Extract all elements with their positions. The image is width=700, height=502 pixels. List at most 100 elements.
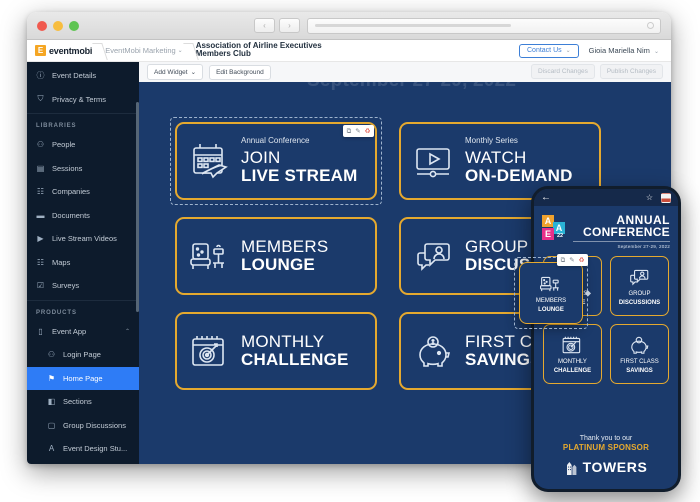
sidebar-item-label: Sections (63, 397, 92, 407)
edit-icon[interactable]: ✎ (568, 256, 576, 265)
video-play-icon (413, 141, 455, 181)
user-name-label: Gioia Mariella Nim (588, 46, 650, 55)
breadcrumb-org-chevron-down-icon[interactable]: ⌄ (178, 47, 183, 54)
phone-tile-line1: FIRST CLASS (620, 358, 659, 365)
sidebar-item-label: People (52, 140, 76, 150)
address-bar[interactable] (307, 17, 661, 34)
breadcrumb-event[interactable]: Association of Airline Executives Member… (196, 42, 346, 60)
widget-toolbar: ⧉ ✎ ♻ (343, 125, 374, 137)
phone-tile-group-discussions[interactable]: GROUP DISCUSSIONS (610, 256, 669, 316)
chevron-down-icon: ⌄ (190, 69, 197, 76)
sidebar-item-live-stream-videos[interactable]: ▶ Live Stream Videos (27, 227, 139, 251)
sidebar: ⓘ Event Details ⛉ Privacy & Terms LIBRAR… (27, 62, 139, 464)
eventmobi-logo-text: eventmobi (49, 45, 93, 56)
phone-tile-line2: CHALLENGE (553, 368, 592, 374)
widget-kicker: Monthly Series (465, 136, 518, 146)
drag-handle[interactable]: ◆ (585, 289, 591, 298)
add-widget-button[interactable]: Add Widget ⌄ (147, 64, 204, 80)
user-menu[interactable]: Gioia Mariella Nim ⌄ (589, 46, 659, 55)
sidebar-item-label: Home Page (63, 373, 103, 383)
publish-changes-button[interactable]: Publish Changes (599, 64, 663, 79)
sponsor-name: TOWERS (582, 459, 648, 475)
sidebar-item-sessions[interactable]: ▤ Sessions (27, 157, 139, 181)
zoom-icon[interactable] (69, 20, 79, 31)
widget-line1: WATCH (465, 147, 527, 167)
discard-changes-button[interactable]: Discard Changes (530, 64, 595, 79)
contact-us-label: Contact Us (527, 47, 562, 54)
sidebar-item-documents[interactable]: ▬ Documents (27, 204, 139, 228)
sidebar-item-sections[interactable]: ◧ Sections (27, 390, 139, 414)
sidebar-item-group-discussions[interactable]: ▢ Group Discussions (27, 414, 139, 438)
widget-card-monthly-challenge[interactable]: MONTHLY CHALLENGE (175, 312, 377, 390)
browser-titlebar: ‹ › (27, 12, 671, 40)
phone-tile-monthly-challenge[interactable]: MONTHLY CHALLENGE (543, 324, 602, 384)
edit-background-button[interactable]: Edit Background (209, 64, 271, 80)
hero-divider (573, 241, 670, 242)
back-arrow-icon[interactable]: ← (541, 192, 551, 203)
phone-tile-line2: DISCUSSIONS (618, 300, 661, 306)
header-actions: Contact Us ⌄ Gioia Mariella Nim ⌄ (519, 43, 663, 58)
phone-tile-first-class-savings[interactable]: FIRST CLASS SAVINGS (610, 324, 669, 384)
minimize-icon[interactable] (53, 20, 63, 31)
reload-icon[interactable] (647, 22, 654, 29)
sidebar-item-event-design-studio[interactable]: Α Event Design Stu... (27, 437, 139, 461)
phone-hero-text: ANNUAL CONFERENCE September 27-29, 2022 (573, 213, 670, 249)
login-icon: ⚇ (47, 350, 56, 360)
sidebar-item-maps[interactable]: ☷ Maps (27, 251, 139, 275)
delete-icon[interactable]: ♻ (363, 127, 372, 136)
sponsor-brand: TOWERS (542, 459, 670, 475)
lounge-chair-icon (189, 236, 231, 276)
sidebar-item-event-details[interactable]: ⓘ Event Details (27, 64, 139, 88)
sidebar-item-login-page[interactable]: ⚇ Login Page (27, 343, 139, 367)
mobile-icon: ▯ (38, 326, 43, 336)
sidebar-item-surveys[interactable]: ☑ Surveys (27, 274, 139, 298)
duplicate-icon[interactable]: ⧉ (345, 127, 353, 136)
delete-icon[interactable]: ♻ (577, 256, 586, 265)
phone-topbar: ← ☆ (534, 189, 678, 206)
sidebar-item-people[interactable]: ⚇ People (27, 133, 139, 157)
widget-line1: MEMBERS (241, 236, 329, 256)
app-header: E eventmobi EventMobi Marketing ⌄ Associ… (27, 40, 671, 62)
avatar-icon[interactable] (661, 192, 671, 203)
widget-card-text: MONTHLY CHALLENGE (241, 332, 349, 369)
sidebar-item-label: Companies (52, 187, 90, 197)
sidebar-group-products: PRODUCTS (36, 309, 77, 316)
people-icon: ⚇ (36, 140, 45, 150)
discussion-icon: ▢ (47, 420, 56, 430)
breadcrumb-organization[interactable]: EventMobi Marketing (105, 46, 175, 55)
target-calendar-icon (560, 334, 585, 356)
sponsor-thanks-label: Thank you to our (579, 435, 633, 442)
piggy-bank-icon (413, 331, 455, 371)
close-icon[interactable] (37, 20, 47, 31)
widget-line2: CHALLENGE (241, 350, 349, 369)
survey-icon: ☑ (36, 281, 45, 291)
phone-tile-line2: SAVINGS (626, 368, 653, 374)
sections-icon: ◧ (47, 397, 56, 407)
floating-widget-toolbar: ⧉ ✎ ♻ (557, 254, 588, 266)
sidebar-item-home-page[interactable]: ⚑ Home Page (27, 366, 139, 390)
sidebar-item-privacy-terms[interactable]: ⛉ Privacy & Terms (27, 88, 139, 112)
eventmobi-logo[interactable]: E eventmobi (35, 45, 92, 56)
sidebar-divider (27, 113, 139, 114)
edit-icon[interactable]: ✎ (354, 127, 362, 136)
forward-icon[interactable]: › (279, 18, 300, 33)
sidebar-item-event-app[interactable]: ▯ Event App ⌃ (27, 320, 139, 344)
phone-tile-line1: MONTHLY (558, 358, 587, 365)
duplicate-icon[interactable]: ⧉ (559, 256, 567, 265)
aae-logo-letter-e: E (542, 228, 554, 240)
selection-outline (514, 257, 588, 329)
back-icon[interactable]: ‹ (254, 18, 275, 33)
bell-icon[interactable]: ☆ (646, 193, 653, 202)
floating-widget-members-lounge[interactable]: ⧉ ✎ ♻ MEMBERS LOUNGE ◆ (514, 254, 591, 329)
sidebar-group-libraries: LIBRARIES (36, 123, 77, 129)
widget-card-live-stream[interactable]: ⧉ ✎ ♻ Annual Conference JOIN LIVE STREAM (170, 117, 382, 205)
contact-us-button[interactable]: Contact Us ⌄ (519, 43, 579, 58)
breadcrumb-separator-2 (184, 40, 195, 62)
phone-hero: A A E 22 ANNUAL CONFERENCE September 27-… (534, 206, 678, 254)
stage-background-date: September 27-29, 2022 (307, 82, 516, 92)
chat-bubbles-icon (413, 236, 455, 276)
sidebar-item-companies[interactable]: ☷ Companies (27, 180, 139, 204)
sidebar-item-label: Documents (52, 210, 90, 220)
widget-card-members-lounge[interactable]: MEMBERS LOUNGE (175, 217, 377, 295)
phone-tile-line1: GROUP (628, 290, 651, 297)
